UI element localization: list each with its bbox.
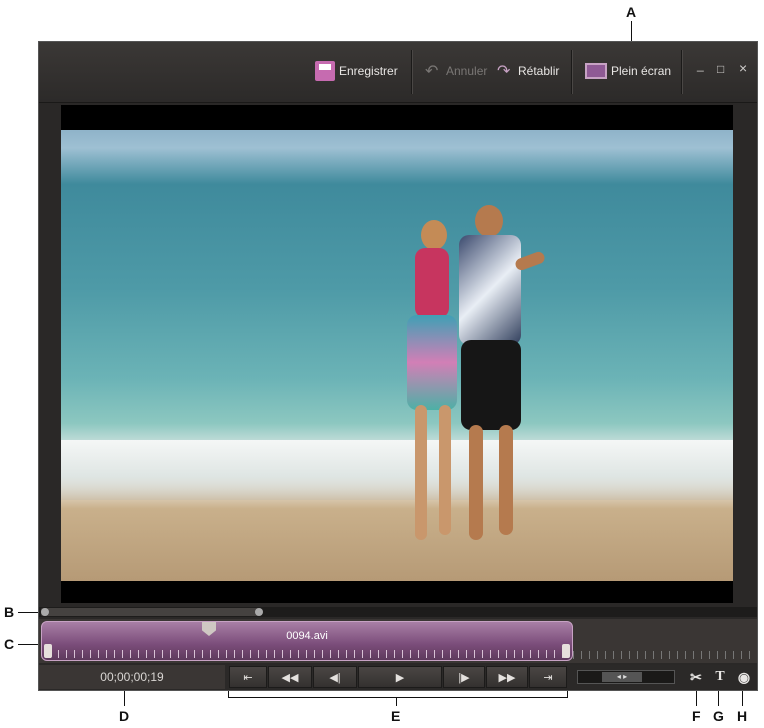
save-label: Enregistrer xyxy=(339,64,398,78)
clip-name: 0094.avi xyxy=(286,630,328,642)
minimize-button[interactable]: _ xyxy=(697,58,704,72)
video-monitor[interactable] xyxy=(61,105,733,603)
rewind-button[interactable]: ◀◀ xyxy=(268,666,312,688)
play-button[interactable]: ▶ xyxy=(358,666,442,688)
callout-e-bracket xyxy=(228,697,568,698)
timeline-scrollbar[interactable] xyxy=(39,607,757,617)
callout-h: H xyxy=(737,708,748,724)
save-icon xyxy=(315,61,335,81)
step-back-button[interactable]: ◀| xyxy=(313,666,357,688)
trim-out-handle[interactable] xyxy=(562,644,570,658)
fullscreen-label: Plein écran xyxy=(611,64,672,78)
surf-wave xyxy=(61,440,733,500)
split-clip-icon[interactable]: ✂ xyxy=(685,666,707,688)
scroll-right-handle[interactable] xyxy=(255,608,263,616)
title-text-icon[interactable]: T xyxy=(709,666,731,688)
video-frame xyxy=(61,130,733,581)
freeze-frame-camera-icon[interactable]: ◉ xyxy=(733,666,755,688)
toolbar-divider xyxy=(571,50,573,94)
control-bar: 00;00;00;19 ⇤ ◀◀ ◀| ▶ |▶ ▶▶ ⇥ ◂ ▸ ✂ T ◉ xyxy=(39,665,757,689)
redo-icon: ↷ xyxy=(497,63,511,80)
close-button[interactable]: × xyxy=(739,60,747,76)
callout-b: B xyxy=(4,604,15,620)
undo-button[interactable]: ↶ Annuler xyxy=(425,60,487,82)
timeline-ruler xyxy=(573,651,753,659)
figure-man xyxy=(453,205,548,550)
go-to-end-button[interactable]: ⇥ xyxy=(529,666,567,688)
maximize-button[interactable]: □ xyxy=(717,62,724,76)
callout-c: C xyxy=(4,636,15,652)
zoom-thumb[interactable]: ◂ ▸ xyxy=(602,672,642,682)
callout-f: F xyxy=(692,708,701,724)
go-to-start-button[interactable]: ⇤ xyxy=(229,666,267,688)
monitor-icon xyxy=(585,63,607,79)
toolbar: Enregistrer ↶ Annuler ↷ Rétablir Plein é… xyxy=(39,42,757,103)
toolbar-divider xyxy=(681,50,683,94)
step-forward-button[interactable]: |▶ xyxy=(443,666,485,688)
callout-a: A xyxy=(626,4,637,20)
timeline[interactable]: 0094.avi xyxy=(39,619,757,663)
undo-label: Annuler xyxy=(446,64,488,78)
callout-d: D xyxy=(119,708,130,724)
save-button[interactable]: Enregistrer xyxy=(315,60,398,82)
timecode-display[interactable]: 00;00;00;19 xyxy=(39,665,225,689)
redo-label: Rétablir xyxy=(518,64,560,78)
callout-e: E xyxy=(391,708,401,724)
undo-icon: ↶ xyxy=(425,63,439,80)
scrollbar-thumb[interactable] xyxy=(41,608,259,616)
scroll-left-handle[interactable] xyxy=(41,608,49,616)
fast-forward-button[interactable]: ▶▶ xyxy=(486,666,528,688)
callout-b-line xyxy=(18,612,38,613)
redo-button[interactable]: ↷ Rétablir xyxy=(497,60,559,82)
clip-ruler xyxy=(50,650,564,658)
fullscreen-button[interactable]: Plein écran xyxy=(585,60,671,82)
callout-e-line xyxy=(396,697,397,706)
toolbar-divider xyxy=(411,50,413,94)
video-clip[interactable]: 0094.avi xyxy=(41,621,573,661)
zoom-slider[interactable]: ◂ ▸ xyxy=(577,670,675,684)
callout-g: G xyxy=(713,708,724,724)
trim-in-handle[interactable] xyxy=(44,644,52,658)
preview-window: Enregistrer ↶ Annuler ↷ Rétablir Plein é… xyxy=(38,41,758,691)
